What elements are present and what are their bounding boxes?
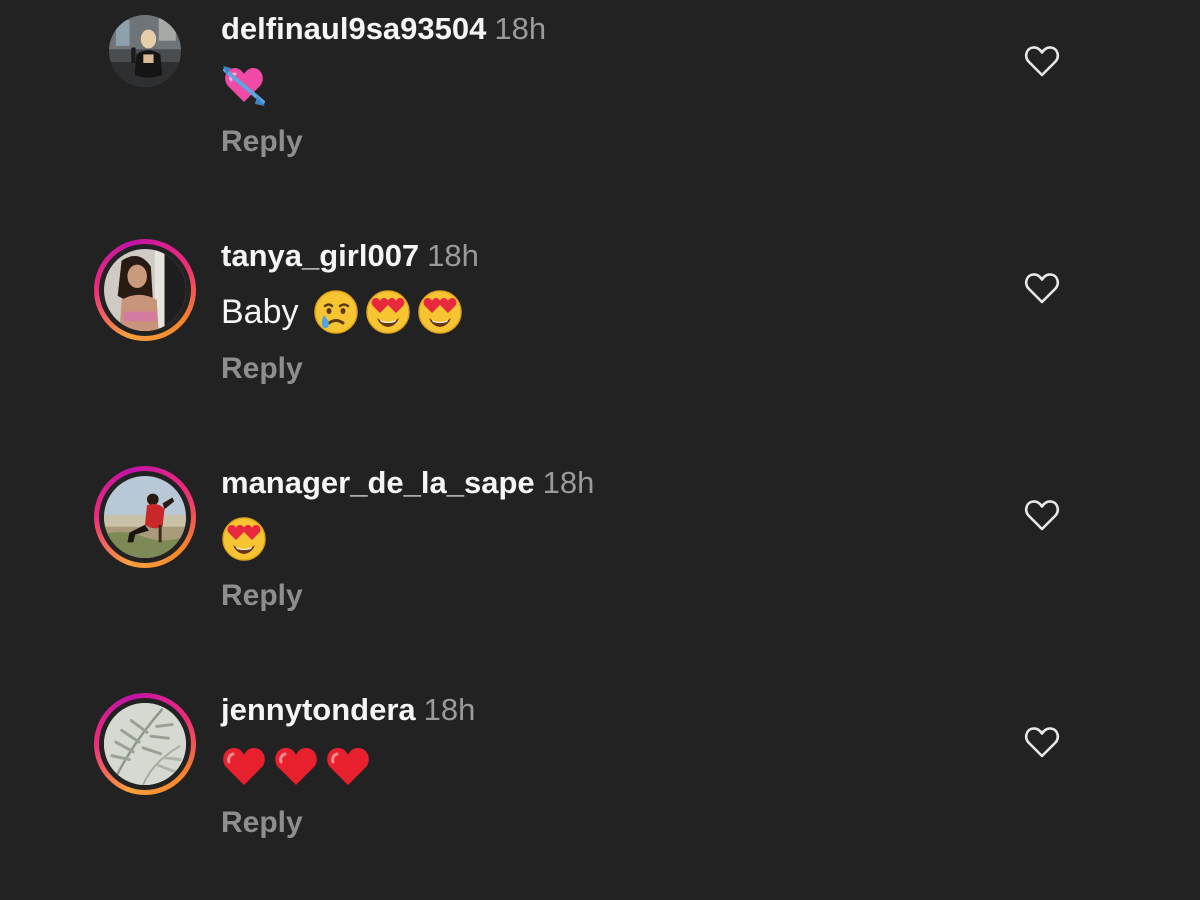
timestamp: 18h: [427, 238, 479, 273]
username[interactable]: tanya_girl007: [221, 238, 419, 273]
comment-word: Baby: [221, 293, 299, 331]
comment-item: delfinaul9sa93504 18h Reply: [0, 0, 1200, 200]
reply-button[interactable]: Reply: [221, 122, 303, 162]
red-heart-icon: [327, 748, 369, 785]
avatar-story-ring[interactable]: [94, 239, 196, 341]
crying-face-icon: [313, 290, 358, 334]
avatar-story-ring[interactable]: [94, 693, 196, 795]
avatar-photo-3: [104, 476, 186, 558]
comment-item: manager_de_la_sape 18h Reply: [0, 454, 1200, 654]
heart-outline-icon[interactable]: [1024, 44, 1060, 78]
heart-outline-icon[interactable]: [1024, 498, 1060, 532]
red-heart-icon: [275, 748, 317, 785]
comment-header: manager_de_la_sape 18h: [221, 463, 594, 503]
avatar-photo-2: [104, 249, 186, 331]
heart-outline-icon[interactable]: [1024, 725, 1060, 759]
heart-eyes-icon: [365, 290, 410, 334]
comment-text: Baby: [221, 287, 469, 337]
avatar-story-ring[interactable]: [94, 466, 196, 568]
comment-text: [221, 514, 273, 564]
comment-item: jennytondera 18h Reply: [0, 681, 1200, 881]
comment-header: jennytondera 18h: [221, 690, 475, 730]
username[interactable]: jennytondera: [221, 692, 416, 727]
reply-button[interactable]: Reply: [221, 349, 303, 389]
heart-eyes-icon: [417, 290, 462, 334]
reply-button[interactable]: Reply: [221, 576, 303, 616]
red-heart-icon: [223, 748, 265, 785]
comment-header: tanya_girl007 18h: [221, 236, 479, 276]
heart-eyes-icon: [222, 517, 266, 561]
heart-outline-icon[interactable]: [1024, 271, 1060, 305]
reply-button[interactable]: Reply: [221, 803, 303, 843]
timestamp: 18h: [494, 11, 547, 46]
comment-header: delfinaul9sa93504 18h: [221, 9, 546, 49]
username[interactable]: manager_de_la_sape: [221, 465, 535, 500]
timestamp: 18h: [542, 465, 595, 500]
avatar-photo-4: [104, 703, 186, 785]
comment-text: [221, 741, 377, 791]
username[interactable]: delfinaul9sa93504: [221, 11, 486, 46]
timestamp: 18h: [423, 692, 476, 727]
comment-item: tanya_girl007 18h Baby Reply: [0, 227, 1200, 427]
avatar-photo-1: [109, 15, 181, 87]
heart-with-arrow-icon: [223, 66, 265, 106]
comment-text: [221, 60, 273, 110]
avatar[interactable]: [94, 0, 196, 102]
comments-list: delfinaul9sa93504 18h Reply tanya_girl00…: [0, 0, 1200, 900]
